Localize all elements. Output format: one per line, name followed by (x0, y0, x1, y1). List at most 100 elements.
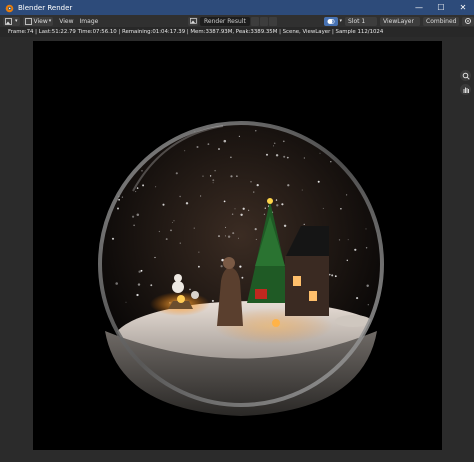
pan-tool-button[interactable] (460, 84, 471, 95)
snowflake (365, 247, 368, 249)
snowflake (301, 189, 303, 191)
snowflake (283, 224, 287, 228)
snowflake (322, 207, 324, 209)
snowflake (179, 242, 181, 244)
maximize-button[interactable]: ☐ (430, 0, 452, 15)
snowflake (282, 140, 285, 143)
snowflake (225, 235, 226, 237)
image-browse-button[interactable] (188, 16, 198, 26)
snowflake (162, 203, 165, 206)
image-name-field[interactable]: Render Result (200, 16, 250, 26)
image-icon (189, 18, 197, 24)
options-dropdown[interactable] (462, 16, 474, 26)
snow-globe-render (98, 121, 384, 416)
snowflake (347, 239, 349, 241)
snowflake (232, 232, 235, 235)
snowflake (368, 141, 371, 144)
snowflake (273, 142, 276, 145)
snowflake (242, 207, 245, 210)
snowflake (171, 222, 173, 224)
snowflake (338, 239, 341, 241)
snowflake (230, 156, 232, 159)
snowflake (370, 126, 372, 128)
snowflake (240, 213, 243, 216)
snowflake (223, 139, 227, 143)
snowflake (150, 133, 152, 134)
image-viewport[interactable] (0, 37, 474, 462)
new-image-button[interactable] (260, 16, 268, 26)
snowflake (227, 235, 231, 238)
chevron-down-icon: ▾ (339, 18, 342, 24)
display-channels-button[interactable] (324, 16, 339, 26)
snowflake (340, 208, 342, 210)
snowflake (263, 213, 265, 215)
slot-dropdown[interactable]: Slot 1 (345, 16, 377, 26)
snowflake (253, 191, 255, 193)
snowflake (119, 176, 122, 179)
house-wall (285, 256, 329, 316)
snowflake (173, 220, 175, 222)
snowflake (105, 320, 107, 323)
chevron-down-icon: ▾ (48, 18, 52, 24)
gift-box (255, 289, 267, 299)
snowflake (356, 297, 359, 300)
zoom-tool-button[interactable] (460, 70, 471, 81)
snowman-head (174, 274, 182, 282)
view-mode-dropdown[interactable]: View ▾ (22, 16, 54, 26)
snowflake (116, 207, 120, 210)
snowflake (155, 186, 157, 188)
editor-type-selector[interactable]: ▾ (3, 16, 20, 26)
snowflake (214, 169, 216, 172)
snowflake (209, 175, 212, 177)
menu-view[interactable]: View (59, 18, 73, 25)
snowflake (193, 227, 195, 229)
snowflake (140, 127, 143, 130)
snowflake (234, 208, 236, 210)
snowflake (200, 195, 202, 197)
snowflake (236, 175, 238, 177)
snowflake (198, 251, 200, 253)
snowflake (185, 202, 189, 205)
snowflake (283, 155, 286, 158)
snowflake (362, 125, 365, 128)
snowflake (346, 259, 349, 262)
snowflake (212, 182, 214, 184)
minimize-button[interactable]: — (408, 0, 430, 15)
snowflake (154, 256, 156, 259)
house-window-right (309, 291, 317, 301)
snowflake (241, 276, 244, 279)
snowflake (286, 156, 289, 159)
view-layer-dropdown[interactable]: ViewLayer (380, 16, 420, 26)
menu-image[interactable]: Image (80, 18, 99, 25)
snowman-small (191, 291, 199, 299)
snowflake (365, 228, 367, 230)
snowflake (225, 226, 227, 228)
snowflake (275, 199, 278, 201)
house-window-left (293, 276, 301, 286)
snowflake (367, 304, 369, 306)
snowflake (149, 125, 152, 128)
snowflake (256, 183, 259, 187)
snowflake (158, 230, 161, 233)
snowflake (212, 179, 215, 182)
snowflake (121, 196, 124, 198)
snowflake (331, 274, 334, 277)
snowflake (189, 288, 191, 291)
snowflake (218, 235, 220, 238)
fake-user-button[interactable] (251, 16, 259, 26)
snowflake (237, 237, 239, 239)
snowflake (362, 185, 365, 188)
snowflake (207, 143, 210, 145)
snowflake (303, 157, 305, 159)
blender-logo-icon (5, 4, 14, 12)
snowflake (211, 299, 214, 302)
snowflake (170, 229, 172, 232)
image-editor-icon (5, 17, 12, 25)
snowflake (319, 152, 321, 154)
slot-label: Slot 1 (348, 17, 366, 25)
snowflake (110, 155, 113, 158)
render-pass-dropdown[interactable]: Combined (423, 16, 459, 26)
unlink-image-button[interactable] (269, 16, 277, 26)
close-button[interactable]: ✕ (452, 0, 474, 15)
snowflake (328, 273, 331, 276)
